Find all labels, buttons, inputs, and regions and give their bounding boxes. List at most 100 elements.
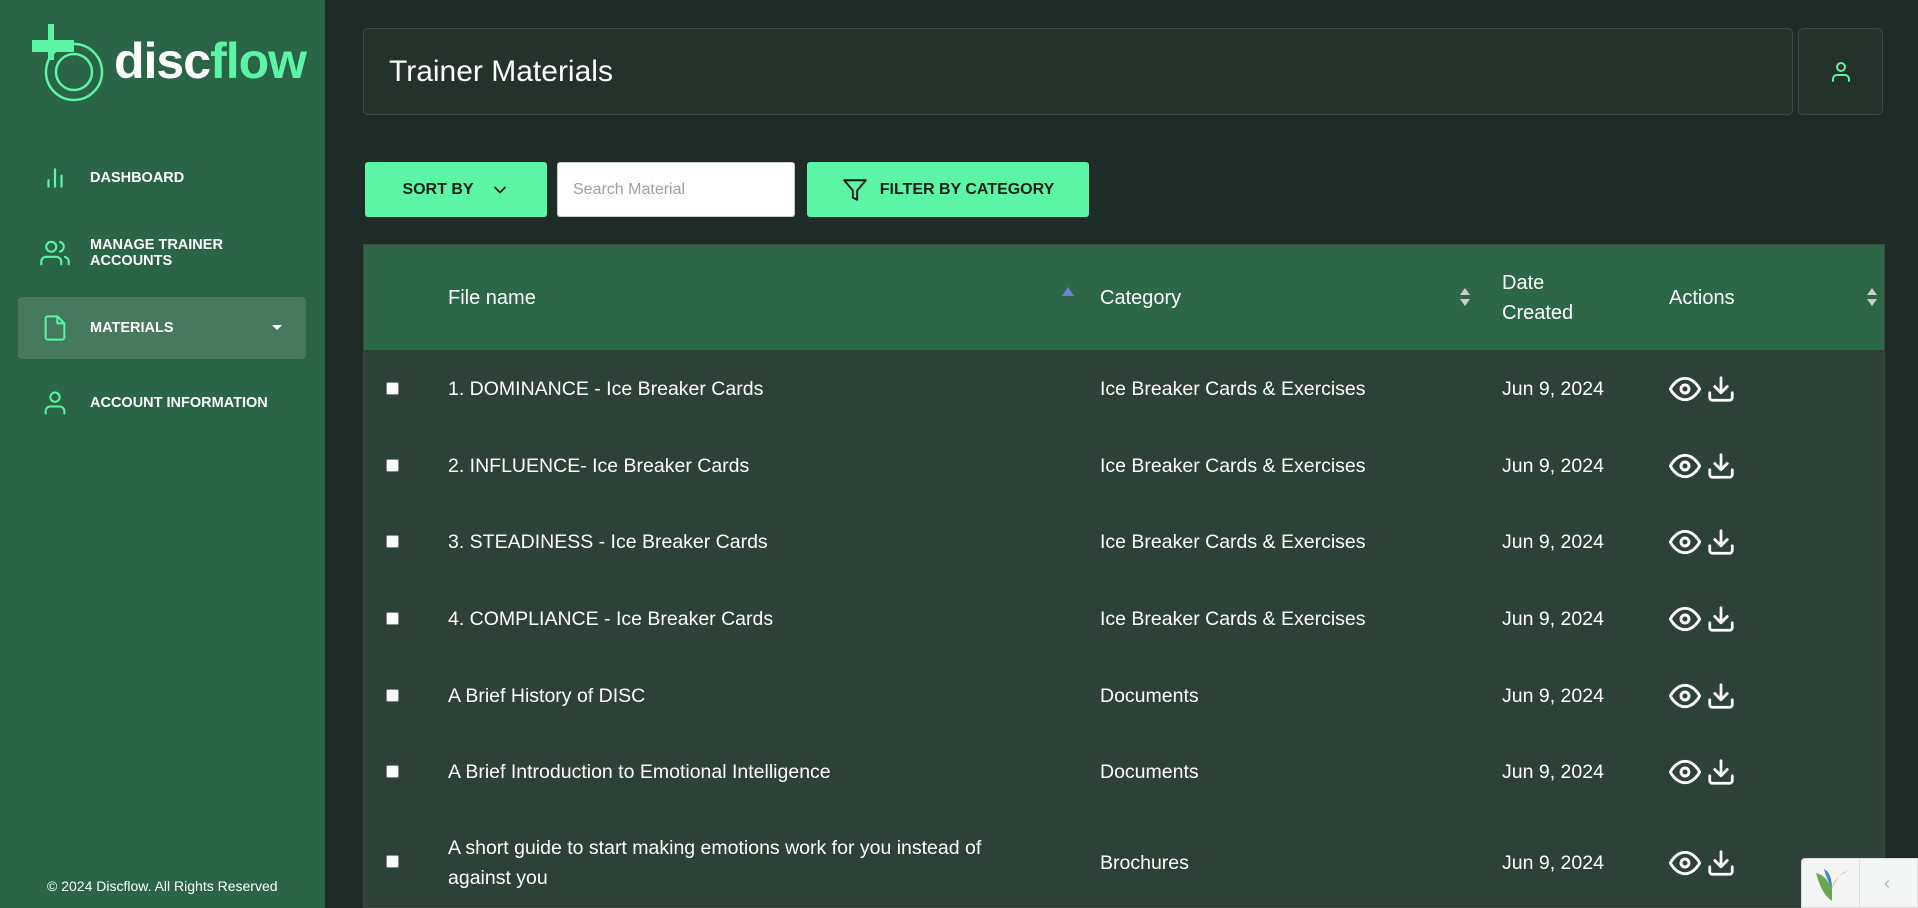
- date-cell: Jun 9, 2024: [1502, 761, 1604, 783]
- sidebar-item-label: MANAGE TRAINER ACCOUNTS: [90, 237, 223, 269]
- sidebar-item-label: ACCOUNT INFORMATION: [90, 395, 268, 411]
- search-material-input[interactable]: [557, 162, 795, 217]
- table-row[interactable]: A Brief History of DISC Documents Jun 9,…: [364, 657, 1884, 734]
- file-name-cell[interactable]: A Brief History of DISC: [448, 657, 1048, 734]
- row-actions: [1669, 810, 1737, 908]
- eye-icon[interactable]: [1669, 756, 1701, 788]
- eye-icon[interactable]: [1669, 526, 1701, 558]
- main-content: Trainer Materials SORT BY FILTER BY CATE…: [325, 0, 1918, 908]
- column-label: Date Created: [1502, 271, 1574, 324]
- date-cell: Jun 9, 2024: [1502, 531, 1604, 553]
- column-label: File name: [448, 286, 536, 309]
- logo-wordmark: discflow: [114, 33, 307, 89]
- download-icon[interactable]: [1705, 526, 1737, 558]
- file-name-cell[interactable]: 3. STEADINESS - Ice Breaker Cards: [448, 504, 1048, 580]
- download-icon[interactable]: [1705, 756, 1737, 788]
- download-icon[interactable]: [1705, 847, 1737, 879]
- category-cell: Ice Breaker Cards & Exercises: [1100, 607, 1366, 630]
- eye-icon[interactable]: [1669, 603, 1701, 635]
- document-icon: [40, 313, 70, 343]
- date-cell: Jun 9, 2024: [1502, 377, 1604, 400]
- row-checkbox[interactable]: [386, 765, 399, 778]
- date-cell: Jun 9, 2024: [1502, 607, 1604, 630]
- column-label: Category: [1100, 286, 1182, 309]
- page-header: Trainer Materials: [363, 28, 1793, 115]
- filter-icon: [842, 178, 867, 201]
- row-actions: [1669, 734, 1737, 810]
- caret-down-icon[interactable]: [272, 325, 282, 330]
- column-header-date-created[interactable]: Date Created: [1502, 245, 1612, 350]
- row-checkbox[interactable]: [386, 855, 399, 868]
- user-icon: [1831, 61, 1850, 82]
- filter-by-category-button[interactable]: FILTER BY CATEGORY: [807, 162, 1089, 217]
- row-checkbox[interactable]: [386, 382, 399, 395]
- sidebar-item-label: MATERIALS: [90, 320, 174, 336]
- file-name-cell[interactable]: 2. INFLUENCE- Ice Breaker Cards: [448, 427, 1048, 504]
- sidebar-item-label: DASHBOARD: [90, 170, 185, 186]
- date-cell: Jun 9, 2024: [1502, 454, 1604, 477]
- bar-chart-icon: [40, 163, 70, 193]
- download-icon[interactable]: [1705, 450, 1737, 482]
- download-icon[interactable]: [1705, 373, 1737, 405]
- table-row[interactable]: 1. DOMINANCE - Ice Breaker Cards Ice Bre…: [364, 350, 1884, 427]
- user-menu-button[interactable]: [1798, 28, 1883, 115]
- sidebar-item-manage-trainer-accounts[interactable]: MANAGE TRAINER ACCOUNTS: [18, 222, 306, 284]
- row-checkbox[interactable]: [386, 689, 399, 702]
- column-header-actions[interactable]: Actions: [1669, 245, 1884, 350]
- eye-icon[interactable]: [1669, 680, 1701, 712]
- file-name-cell[interactable]: A Brief Introduction to Emotional Intell…: [448, 734, 1048, 810]
- sort-unsorted-icon[interactable]: [1460, 288, 1470, 306]
- table-row[interactable]: 3. STEADINESS - Ice Breaker Cards Ice Br…: [364, 504, 1884, 580]
- page-title: Trainer Materials: [389, 55, 613, 88]
- chevron-left-icon[interactable]: ‹: [1884, 873, 1890, 894]
- sort-by-button[interactable]: SORT BY: [365, 162, 547, 217]
- row-checkbox[interactable]: [386, 612, 399, 625]
- row-actions: [1669, 427, 1737, 504]
- date-cell: Jun 9, 2024: [1502, 851, 1604, 874]
- logo-word-flow: flow: [210, 33, 307, 89]
- users-icon: [40, 238, 70, 268]
- logo-mark-icon: [32, 24, 104, 102]
- column-header-category[interactable]: Category: [1100, 245, 1485, 350]
- debug-toolbar-widget[interactable]: ‹: [1801, 858, 1918, 908]
- sort-unsorted-icon[interactable]: [1867, 288, 1877, 306]
- row-checkbox[interactable]: [386, 459, 399, 472]
- file-name-cell[interactable]: 1. DOMINANCE - Ice Breaker Cards: [448, 350, 1048, 427]
- yii-logo-icon[interactable]: [1812, 867, 1852, 903]
- table-row[interactable]: 2. INFLUENCE- Ice Breaker Cards Ice Brea…: [364, 427, 1884, 504]
- sidebar-item-dashboard[interactable]: DASHBOARD: [18, 147, 306, 209]
- eye-icon[interactable]: [1669, 450, 1701, 482]
- logo-word-disc: disc: [114, 33, 211, 89]
- date-cell: Jun 9, 2024: [1502, 684, 1604, 707]
- category-cell: Ice Breaker Cards & Exercises: [1100, 531, 1366, 553]
- sort-by-label: SORT BY: [402, 180, 474, 198]
- sort-ascending-icon[interactable]: [1062, 287, 1074, 297]
- sidebar-nav: DASHBOARD MANAGE TRAINER ACCOUNTS MATERI…: [18, 147, 306, 447]
- table-row[interactable]: A Brief Introduction to Emotional Intell…: [364, 734, 1884, 810]
- category-cell: Ice Breaker Cards & Exercises: [1100, 454, 1366, 477]
- category-cell: Brochures: [1100, 851, 1189, 874]
- row-actions: [1669, 657, 1737, 734]
- table-row[interactable]: A short guide to start making emotions w…: [364, 810, 1884, 908]
- chevron-down-icon: [493, 186, 506, 193]
- table-row[interactable]: 4. COMPLIANCE - Ice Breaker Cards Ice Br…: [364, 580, 1884, 657]
- row-actions: [1669, 580, 1737, 657]
- row-actions: [1669, 504, 1737, 580]
- eye-icon[interactable]: [1669, 847, 1701, 879]
- row-actions: [1669, 350, 1737, 427]
- widget-divider: [1859, 859, 1860, 908]
- eye-icon[interactable]: [1669, 373, 1701, 405]
- download-icon[interactable]: [1705, 680, 1737, 712]
- file-name-cell[interactable]: A short guide to start making emotions w…: [448, 810, 1038, 908]
- discflow-logo[interactable]: discflow: [30, 22, 307, 102]
- sidebar: discflow DASHBOARD MANAGE TRAINER ACCOUN…: [0, 0, 325, 908]
- category-cell: Ice Breaker Cards & Exercises: [1100, 377, 1366, 400]
- copyright-footer: © 2024 Discflow. All Rights Reserved: [47, 878, 278, 894]
- file-name-cell[interactable]: 4. COMPLIANCE - Ice Breaker Cards: [448, 580, 1048, 657]
- column-header-file-name[interactable]: File name: [448, 245, 1074, 350]
- download-icon[interactable]: [1705, 603, 1737, 635]
- user-icon: [40, 388, 70, 418]
- row-checkbox[interactable]: [386, 535, 399, 548]
- sidebar-item-account-information[interactable]: ACCOUNT INFORMATION: [18, 372, 306, 434]
- sidebar-item-materials[interactable]: MATERIALS: [18, 297, 306, 359]
